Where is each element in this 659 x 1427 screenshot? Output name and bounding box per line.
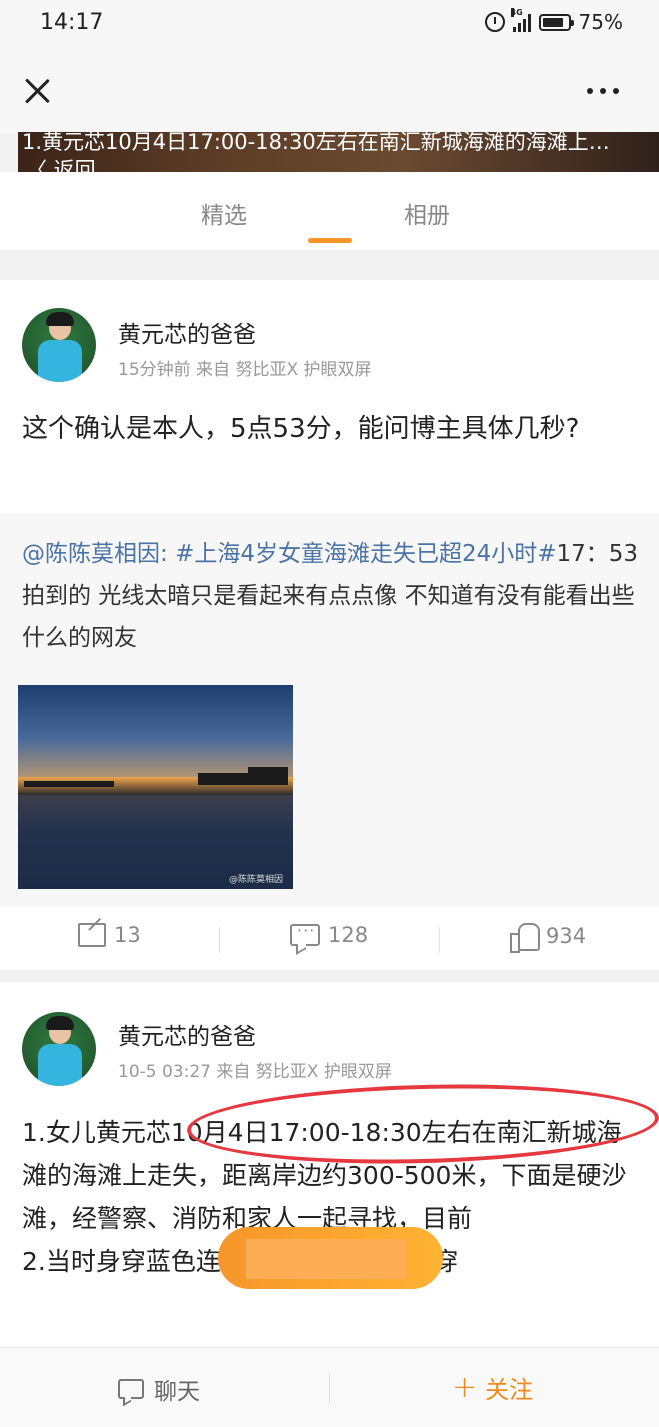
avatar[interactable]: [22, 1012, 96, 1086]
plus-icon: +: [452, 1369, 478, 1405]
author-name[interactable]: 黄元芯的爸爸: [118, 315, 256, 349]
battery-icon: [538, 13, 574, 31]
like-button[interactable]: 934: [510, 923, 587, 953]
comment-count: 128: [328, 923, 369, 947]
image-watermark: @陈陈莫相因: [228, 875, 283, 885]
post-actions: 13 128 934: [0, 907, 659, 970]
repost-button[interactable]: 13: [78, 923, 141, 947]
repost-card[interactable]: @陈陈莫相因: #上海4岁女童海滩走失已超24小时#17：53拍到的 光线太暗只…: [0, 513, 659, 907]
post-meta: 10-5 03:27 来自 努比亚X 护眼双屏: [118, 1062, 392, 1082]
repost-count: 13: [114, 923, 141, 947]
more-options-button[interactable]: [587, 88, 619, 94]
bottom-bar: 聊天 + 关注: [0, 1347, 659, 1427]
more-dot-icon: [587, 88, 593, 94]
tab-album[interactable]: 相册: [404, 196, 450, 230]
follow-button[interactable]: + 关注: [452, 1370, 533, 1405]
author-name[interactable]: 黄元芯的爸爸: [118, 1017, 256, 1051]
more-dot-icon: [600, 88, 606, 94]
banner-back-link[interactable]: 〈 返回: [26, 154, 96, 172]
repost-hashtag[interactable]: #上海4岁女童海滩走失已超24小时#: [175, 541, 556, 567]
chat-button[interactable]: 聊天: [118, 1372, 200, 1406]
status-time: 14:17: [40, 10, 104, 35]
status-bar: 14:17 4G 75%: [0, 0, 659, 48]
comment-icon: [290, 921, 320, 946]
post-meta: 15分钟前 来自 努比亚X 护眼双屏: [118, 360, 372, 380]
header-banner: 1.黄元芯10月4日17:00-18:30左右在南汇新城海滩的海滩上… 〈 返回: [18, 132, 659, 172]
alarm-icon: [484, 12, 505, 32]
top-nav: [0, 48, 659, 134]
status-icons: 4G 75%: [484, 8, 623, 34]
thumbs-up-icon: [510, 923, 540, 953]
tab-featured[interactable]: 精选: [201, 196, 247, 230]
network-type: 4G: [510, 8, 523, 17]
repost-text: @陈陈莫相因: #上海4岁女童海滩走失已超24小时#17：53拍到的 光线太暗只…: [22, 533, 640, 659]
repost-mention[interactable]: @陈陈莫相因:: [22, 541, 168, 567]
redaction-blob: [218, 1227, 443, 1289]
close-button[interactable]: [20, 74, 54, 108]
like-count: 934: [546, 924, 587, 948]
battery-level: 75%: [578, 10, 623, 34]
post-line: 1.女儿黄元芯10月4日17:00-18:30左右在南汇新城海滩的海滩上走失，距…: [22, 1118, 627, 1233]
post-text: 这个确认是本人，5点53分，能问博主具体几秒?: [22, 414, 580, 444]
tab-active-indicator: [308, 238, 352, 243]
follow-label: 关注: [485, 1376, 534, 1404]
banner-text: 1.黄元芯10月4日17:00-18:30左右在南汇新城海滩的海滩上…: [22, 132, 610, 154]
chat-label: 聊天: [154, 1379, 200, 1405]
profile-tabs: 精选 相册: [0, 172, 659, 250]
chat-icon: [118, 1379, 144, 1399]
avatar[interactable]: [22, 308, 96, 382]
share-icon: [78, 923, 106, 947]
post-card[interactable]: 黄元芯的爸爸 10-5 03:27 来自 努比亚X 护眼双屏 1.女儿黄元芯10…: [0, 982, 659, 1352]
signal-icon: 4G: [510, 8, 531, 32]
post-card[interactable]: 黄元芯的爸爸 15分钟前 来自 努比亚X 护眼双屏 这个确认是本人，5点53分，…: [0, 280, 659, 970]
comment-button[interactable]: 128: [290, 921, 369, 947]
repost-image[interactable]: @陈陈莫相因: [18, 685, 293, 889]
more-dot-icon: [613, 88, 619, 94]
